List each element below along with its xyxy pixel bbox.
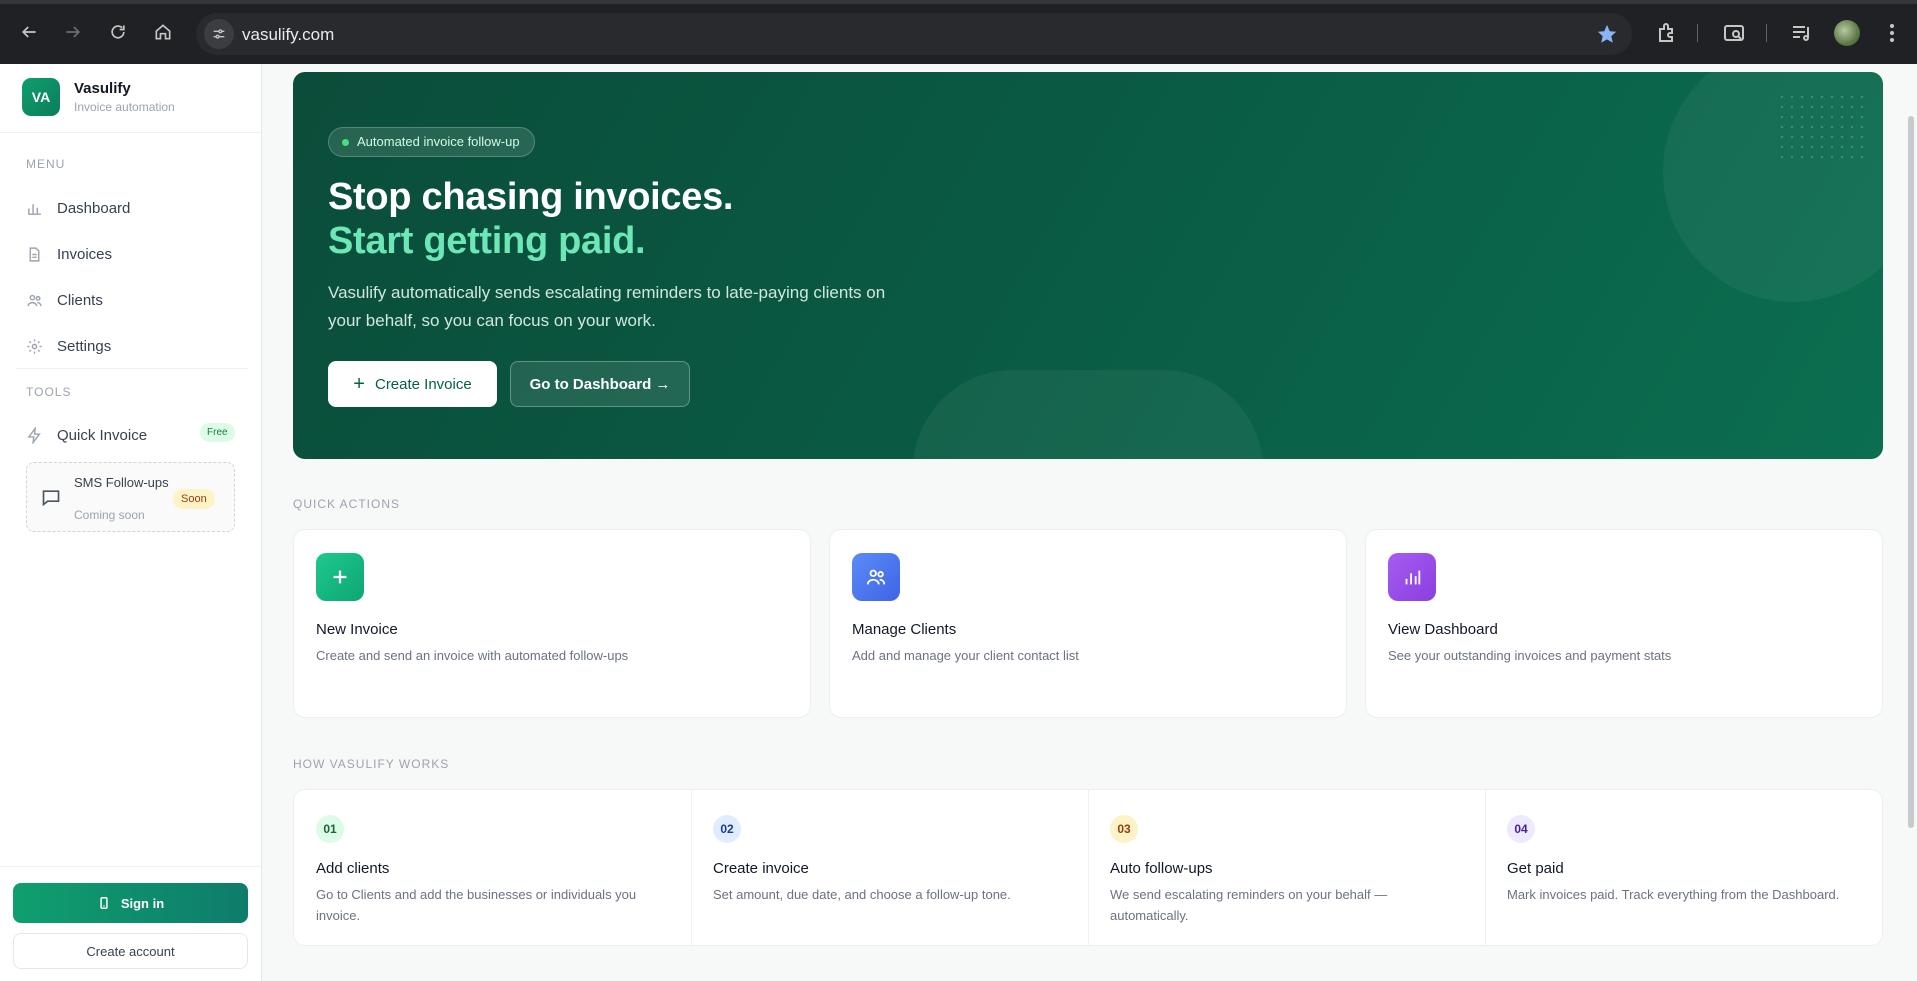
sidebar-item-label: Invoices (57, 245, 113, 263)
step-number: 02 (713, 815, 741, 843)
step-create-invoice: 02 Create invoice Set amount, due date, … (691, 790, 1088, 945)
hero-decoration (913, 370, 1263, 459)
sidebar-divider (16, 368, 248, 369)
bookmark-star-icon[interactable] (1596, 23, 1618, 45)
gear-icon (27, 338, 42, 354)
soon-badge: Soon (173, 489, 215, 509)
step-title: Get paid (1507, 860, 1564, 877)
hero-title-accent: Start getting paid. (328, 220, 646, 262)
plus-icon: + (353, 373, 365, 395)
brand-tagline: Invoice automation (74, 100, 175, 114)
quick-action-title: View Dashboard (1388, 621, 1498, 638)
quick-action-description: Add and manage your client contact list (852, 648, 1079, 663)
extensions-icon[interactable] (1655, 21, 1679, 45)
lightning-icon (27, 426, 41, 444)
step-description: Go to Clients and add the businesses or … (316, 887, 637, 923)
quick-action-view-dashboard[interactable]: View Dashboard See your outstanding invo… (1365, 529, 1883, 718)
hero-pill: Automated invoice follow-up (328, 127, 535, 157)
sidebar-item-dashboard[interactable]: Dashboard (26, 196, 130, 220)
browser-toolbar: vasulify.com (0, 0, 1917, 64)
profile-avatar[interactable] (1834, 20, 1860, 46)
brand-divider (0, 132, 261, 133)
sms-subtitle: Coming soon (74, 508, 145, 522)
quick-action-title: Manage Clients (852, 621, 957, 638)
create-account-button[interactable]: Create account (13, 933, 248, 969)
sms-title: SMS Follow-ups (74, 475, 169, 490)
more-menu-icon[interactable] (1880, 21, 1904, 45)
home-icon[interactable] (149, 18, 177, 46)
sidebar-item-settings[interactable]: Settings (26, 334, 111, 358)
address-bar[interactable]: vasulify.com (196, 13, 1632, 55)
bar-chart-icon (28, 203, 41, 215)
search-tab-icon[interactable] (1722, 21, 1746, 45)
chat-bubble-icon (42, 490, 60, 507)
page-scrollbar[interactable] (1908, 116, 1914, 828)
document-icon (29, 246, 40, 262)
brand-name: Vasulify (74, 80, 131, 97)
quick-action-manage-clients[interactable]: Manage Clients Add and manage your clien… (829, 529, 1347, 718)
quick-action-title: New Invoice (316, 621, 398, 638)
sidebar-item-invoices[interactable]: Invoices (26, 242, 112, 266)
quick-action-new-invoice[interactable]: New Invoice Create and send an invoice w… (293, 529, 811, 718)
step-description: Mark invoices paid. Track everything fro… (1507, 887, 1840, 902)
hero-dot-pattern (1777, 92, 1867, 162)
bar-chart-icon (1388, 553, 1436, 601)
sidebar-item-clients[interactable]: Clients (26, 288, 103, 312)
go-to-dashboard-button[interactable]: Go to Dashboard → (510, 361, 690, 407)
sidebar-item-label: Quick Invoice (57, 426, 148, 444)
sign-in-label: Sign in (120, 895, 165, 911)
sidebar-item-label: Dashboard (57, 199, 131, 217)
create-invoice-label: Create Invoice (374, 375, 472, 393)
media-queue-icon[interactable] (1790, 21, 1814, 45)
reload-icon[interactable] (104, 18, 132, 46)
users-icon (852, 553, 900, 601)
hero-banner: Automated invoice follow-up Stop chasing… (293, 72, 1883, 459)
step-number: 03 (1110, 815, 1138, 843)
step-add-clients: 01 Add clients Go to Clients and add the… (294, 790, 691, 945)
free-badge: Free (200, 423, 235, 442)
sign-in-button[interactable]: Sign in (13, 883, 248, 923)
step-description: We send escalating reminders on your beh… (1110, 887, 1388, 923)
sidebar-item-quick-invoice[interactable]: Quick Invoice (26, 423, 147, 447)
step-description: Set amount, due date, and choose a follo… (713, 887, 1011, 902)
step-title: Create invoice (713, 860, 809, 877)
sms-followups-card: SMS Follow-ups Coming soon Soon (26, 462, 235, 532)
quick-actions-label: QUICK ACTIONS (293, 497, 401, 511)
step-auto-follow-ups: 03 Auto follow-ups We send escalating re… (1088, 790, 1485, 945)
how-it-works-label: HOW VASULIFY WORKS (293, 757, 450, 771)
tab-strip (0, 0, 1917, 4)
toolbar-separator (1766, 24, 1767, 42)
how-it-works-steps: 01 Add clients Go to Clients and add the… (293, 789, 1883, 946)
step-number: 04 (1507, 815, 1535, 843)
step-number: 01 (316, 815, 344, 843)
menu-section-label: MENU (26, 157, 66, 171)
sidebar-footer-divider (0, 866, 261, 867)
quick-action-description: See your outstanding invoices and paymen… (1388, 648, 1672, 663)
sidebar-item-label: Settings (57, 337, 112, 355)
plus-icon (316, 553, 364, 601)
hero-title: Stop chasing invoices. (328, 176, 734, 218)
users-icon (27, 294, 42, 306)
sidebar-item-label: Clients (57, 291, 103, 309)
step-title: Add clients (316, 860, 390, 877)
url-text[interactable]: vasulify.com (242, 25, 334, 45)
site-info-icon[interactable] (204, 19, 234, 49)
hero-description: Vasulify automatically sends escalating … (328, 283, 886, 330)
step-get-paid: 04 Get paid Mark invoices paid. Track ev… (1485, 790, 1882, 945)
back-icon[interactable] (15, 18, 43, 46)
step-title: Auto follow-ups (1110, 860, 1213, 877)
sidebar: VA Vasulify Invoice automation MENU Dash… (0, 64, 262, 981)
brand-logo: VA (22, 78, 60, 116)
quick-action-description: Create and send an invoice with automate… (316, 648, 629, 663)
forward-icon[interactable] (59, 18, 87, 46)
brand[interactable]: VA Vasulify Invoice automation (22, 78, 175, 116)
tools-section-label: TOOLS (26, 385, 72, 399)
create-invoice-button[interactable]: + Create Invoice (328, 361, 497, 407)
toolbar-separator (1697, 24, 1698, 42)
phone-icon (100, 897, 108, 909)
